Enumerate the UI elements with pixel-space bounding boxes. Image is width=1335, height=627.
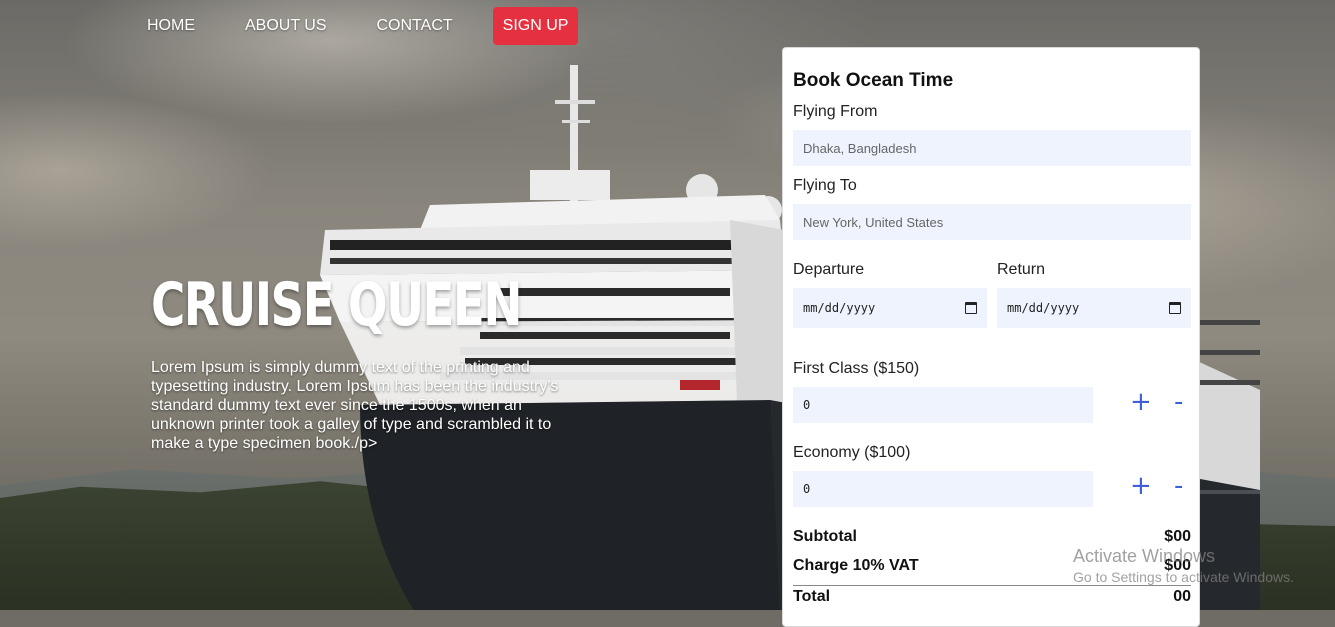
first-class-label: First Class ($150) <box>793 360 920 377</box>
return-label: Return <box>997 261 1046 278</box>
top-nav: HOME ABOUT US CONTACT SIGN UP <box>131 7 579 45</box>
economy-plus-button[interactable]: + <box>1130 473 1152 499</box>
economy-label: Economy ($100) <box>793 444 911 461</box>
nav-about-link[interactable]: ABOUT US <box>235 7 337 45</box>
booking-card: Book Ocean Time Flying From Dhaka, Bangl… <box>782 47 1200 627</box>
economy-quantity-input[interactable]: 0 <box>793 471 1093 507</box>
first-class-quantity-input[interactable]: 0 <box>793 387 1093 423</box>
to-input[interactable]: New York, United States <box>793 204 1191 240</box>
first-class-minus-button[interactable]: - <box>1174 389 1183 415</box>
departure-label: Departure <box>793 261 865 278</box>
economy-minus-button[interactable]: - <box>1174 473 1183 499</box>
subtotal-label: Subtotal <box>793 528 857 545</box>
vat-label: Charge 10% VAT <box>793 557 919 574</box>
hero-title: CRUISE QUEEN <box>151 270 523 340</box>
total-value: 00 <box>1173 588 1191 605</box>
first-class-plus-button[interactable]: + <box>1130 389 1152 415</box>
departure-date-placeholder: mm/dd/yyyy <box>803 301 876 315</box>
activate-windows-watermark: Activate Windows Go to Settings to activ… <box>1073 546 1294 585</box>
hero-description: Lorem Ipsum is simply dummy text of the … <box>151 359 559 452</box>
return-date-input[interactable]: mm/dd/yyyy <box>997 288 1191 328</box>
booking-title: Book Ocean Time <box>793 70 954 91</box>
total-label: Total <box>793 588 831 605</box>
subtotal-row: Subtotal $00 <box>793 528 1191 546</box>
total-row: Total 00 <box>793 588 1191 606</box>
watermark-subtitle: Go to Settings to activate Windows. <box>1073 569 1294 585</box>
from-label: Flying From <box>793 103 878 120</box>
watermark-title: Activate Windows <box>1073 546 1216 566</box>
nav-contact-link[interactable]: CONTACT <box>367 7 463 45</box>
signup-button[interactable]: SIGN UP <box>492 7 579 45</box>
nav-home-link[interactable]: HOME <box>137 7 205 45</box>
return-date-placeholder: mm/dd/yyyy <box>1007 301 1080 315</box>
calendar-icon[interactable] <box>1169 302 1181 314</box>
total-divider <box>793 585 1191 586</box>
to-label: Flying To <box>793 177 857 194</box>
subtotal-value: $00 <box>1164 528 1191 545</box>
departure-date-input[interactable]: mm/dd/yyyy <box>793 288 987 328</box>
calendar-icon[interactable] <box>965 302 977 314</box>
from-input[interactable]: Dhaka, Bangladesh <box>793 130 1191 166</box>
